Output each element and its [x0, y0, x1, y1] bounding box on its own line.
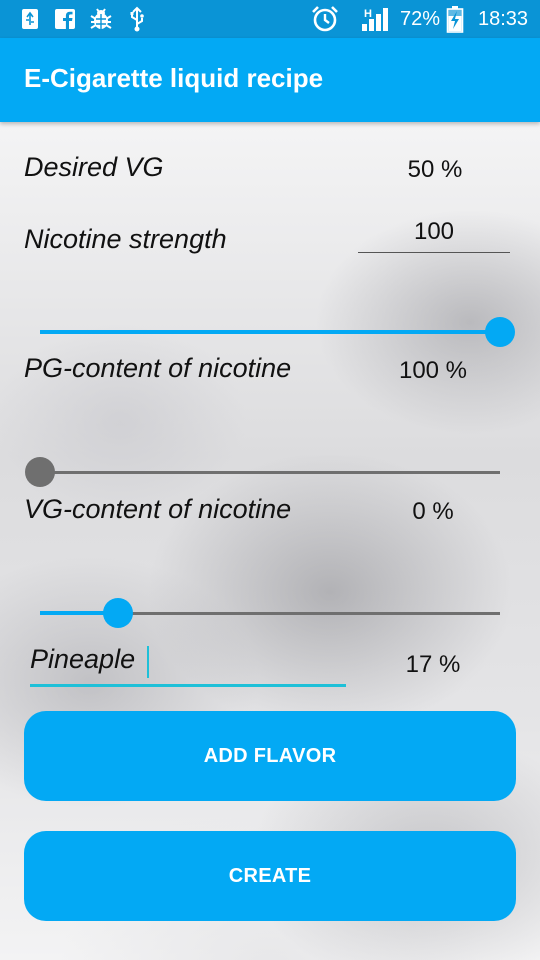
pg-content-label: PG-content of nicotine — [24, 353, 292, 383]
vg-content-slider[interactable] — [24, 452, 516, 492]
slider-thumb[interactable] — [485, 317, 515, 347]
desired-vg-value: 50 % — [407, 156, 463, 183]
flavor-slider[interactable] — [24, 593, 516, 633]
slider-thumb[interactable] — [103, 598, 133, 628]
battery-percent: 72% — [400, 8, 441, 30]
nicotine-strength-label: Nicotine strength — [24, 224, 227, 254]
alarm-icon — [310, 6, 340, 32]
add-flavor-button[interactable]: ADD FLAVOR — [24, 711, 516, 801]
slider-track — [40, 471, 500, 474]
text-cursor — [147, 646, 149, 678]
nicotine-strength-input[interactable]: 100 — [358, 216, 510, 253]
battery-charging-icon — [446, 6, 464, 33]
flavor-percent-value: 17 % — [405, 651, 461, 678]
facebook-icon — [54, 7, 76, 31]
flavor-name-input[interactable]: Pineaple — [30, 640, 346, 687]
vg-content-label: VG-content of nicotine — [24, 494, 292, 524]
app-bar: E-Cigarette liquid recipe — [0, 38, 540, 122]
create-button[interactable]: CREATE — [24, 831, 516, 921]
usb-symbol-icon — [128, 6, 146, 32]
bug-icon — [88, 7, 114, 31]
clock: 18:33 — [478, 8, 529, 30]
vg-content-value: 0 % — [412, 498, 454, 525]
status-bar: H 72% 18:33 — [0, 0, 540, 38]
usb-icon — [20, 7, 40, 31]
app-title: E-Cigarette liquid recipe — [24, 63, 324, 93]
pg-content-slider[interactable] — [24, 312, 516, 352]
slider-fill — [40, 330, 500, 334]
flavor-name-text: Pineaple — [30, 644, 136, 674]
pg-content-value: 100 % — [398, 357, 468, 384]
network-type: H — [364, 8, 372, 20]
slider-thumb[interactable] — [25, 457, 55, 487]
desired-vg-label: Desired VG — [24, 152, 164, 182]
